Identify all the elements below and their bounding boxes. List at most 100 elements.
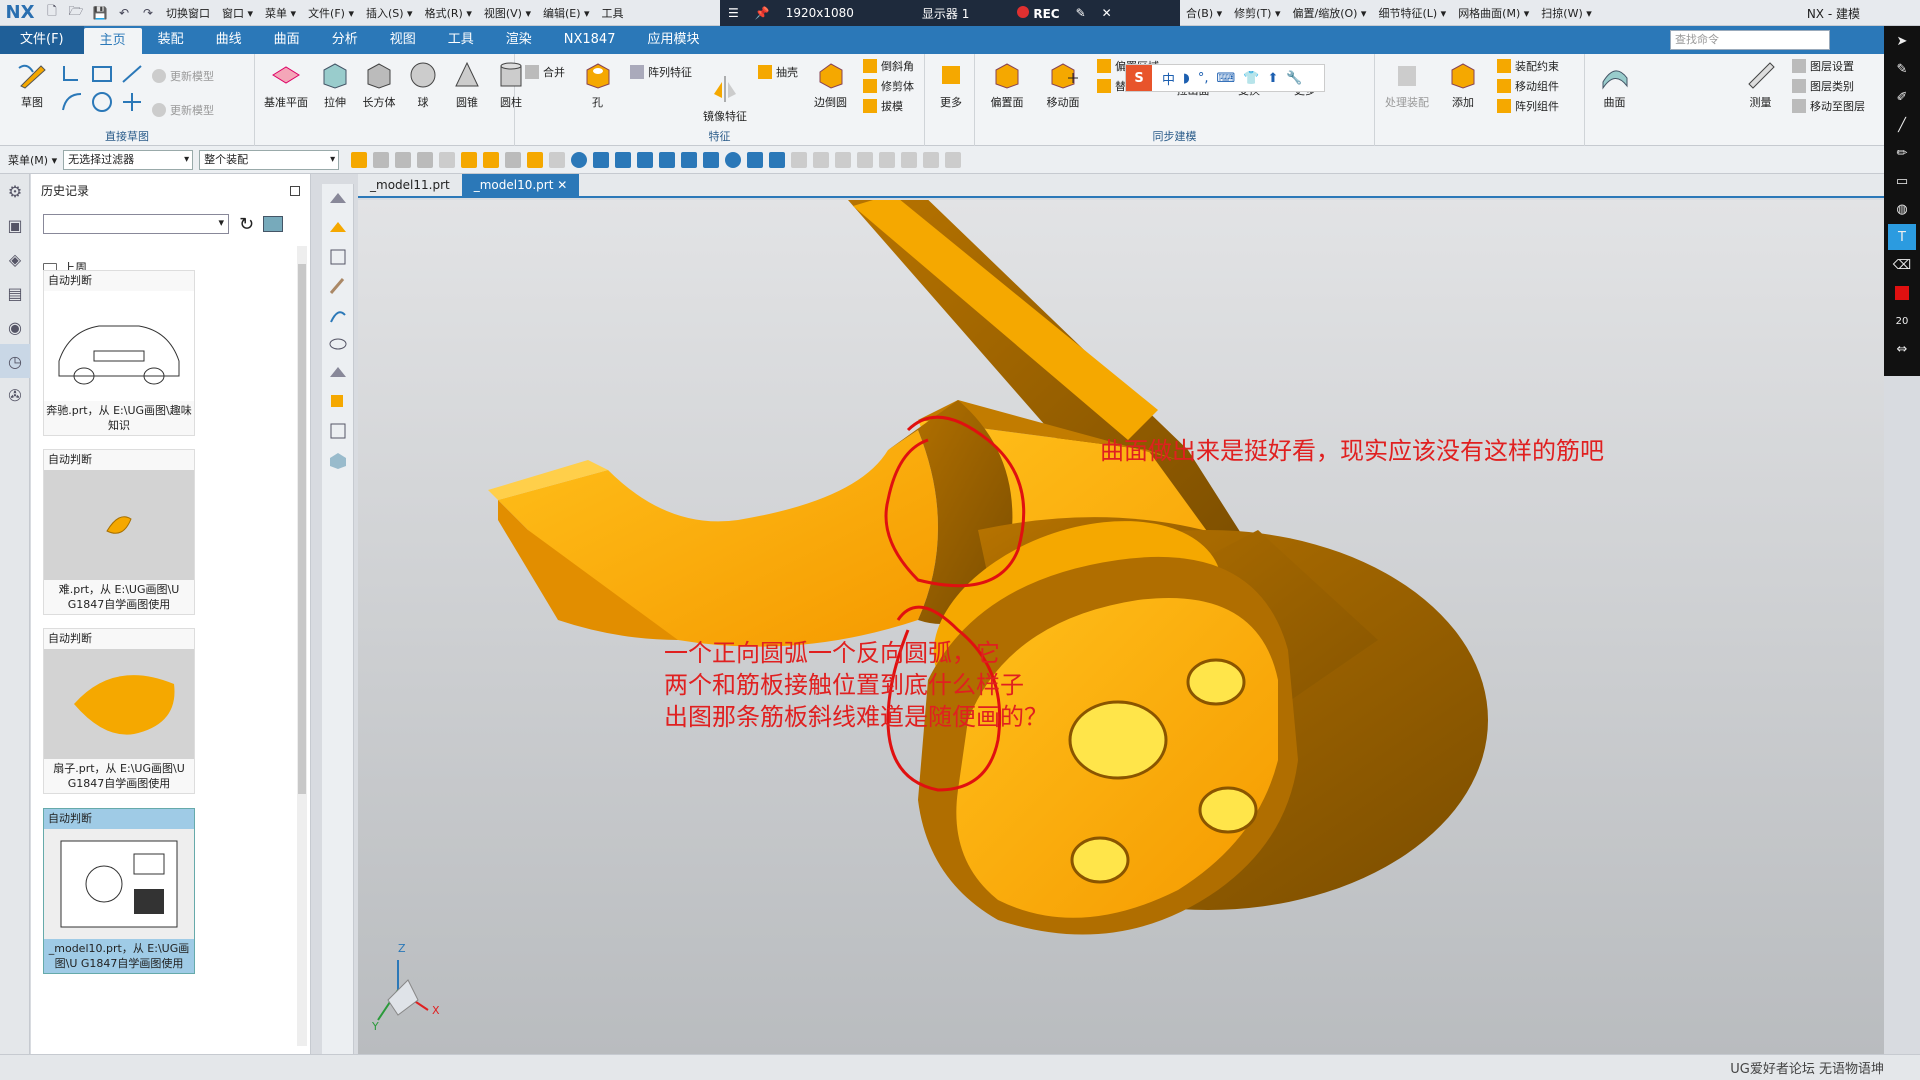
point-icon[interactable] xyxy=(120,90,144,114)
menu-offset-scale[interactable]: 偏置/缩放(O) ▾ xyxy=(1286,5,1372,21)
move-face-button[interactable]: 移动面 xyxy=(1040,58,1086,110)
menu-window[interactable]: 窗口 ▾ xyxy=(216,5,259,21)
profile-icon[interactable] xyxy=(60,62,84,86)
offset-face-button[interactable]: 偏置面 xyxy=(984,58,1030,110)
close-tab-icon[interactable]: ✕ xyxy=(557,178,567,192)
rotate-icon[interactable] xyxy=(879,151,896,168)
rectangle-tool-icon[interactable]: ▭ xyxy=(1888,168,1916,194)
tab-analysis[interactable]: 分析 xyxy=(316,26,374,54)
assembly-nav-icon[interactable]: ▣ xyxy=(0,208,30,242)
close-rec-icon[interactable]: ✕ xyxy=(1102,6,1112,20)
fit-view-icon[interactable] xyxy=(835,151,852,168)
ime-up-icon[interactable]: ⬆ xyxy=(1267,71,1278,86)
assembly-constraint-button[interactable]: 装配约束 xyxy=(1497,58,1559,74)
tab-tools[interactable]: 工具 xyxy=(432,26,490,54)
undo-icon[interactable]: ↶ xyxy=(114,3,134,23)
menu-view[interactable]: 视图(V) ▾ xyxy=(478,5,537,21)
layer-category-button[interactable]: 图层类别 xyxy=(1792,78,1865,94)
history-filter-select[interactable] xyxy=(43,214,229,234)
center-point-icon[interactable] xyxy=(571,151,588,168)
doc-tab-model10[interactable]: _model10.prt ✕ xyxy=(461,174,580,196)
block-button[interactable]: 长方体 xyxy=(362,58,396,110)
render-style-icon[interactable] xyxy=(923,151,940,168)
process-icon[interactable]: ✇ xyxy=(0,378,30,412)
tangent-point-icon[interactable] xyxy=(703,151,720,168)
bounded-grid-icon[interactable] xyxy=(813,151,830,168)
scrollbar-thumb[interactable] xyxy=(298,264,306,794)
hide-show-icon[interactable] xyxy=(322,329,354,358)
history-scrollbar[interactable] xyxy=(297,246,307,1046)
part-nav-icon[interactable]: ▤ xyxy=(0,276,30,310)
history-card[interactable]: 自动判断 扇子.prt，从 E:\UG画图\U G1847自学画图使用 xyxy=(43,628,195,794)
menu-edit[interactable]: 编辑(E) ▾ xyxy=(537,5,596,21)
menu-combine[interactable]: 合(B) ▾ xyxy=(1180,5,1228,21)
unite-button[interactable]: 合并 xyxy=(525,64,565,80)
history-card[interactable]: 自动判断 奔驰.prt，从 E:\UG画图\趣味知识 xyxy=(43,270,195,436)
process-assembly-button[interactable]: 处理装配 xyxy=(1384,58,1430,110)
extrude-button[interactable]: 拉伸 xyxy=(318,58,352,110)
intersection-icon[interactable] xyxy=(659,151,676,168)
section-view-icon[interactable] xyxy=(945,151,962,168)
snap-icon[interactable] xyxy=(439,151,456,168)
tab-surface[interactable]: 曲面 xyxy=(258,26,316,54)
menu-main[interactable]: 菜单 ▾ xyxy=(259,5,302,21)
refresh-icon[interactable]: ↻ xyxy=(239,214,254,235)
command-search-input[interactable]: 查找命令 xyxy=(1670,30,1830,50)
orient-icon[interactable] xyxy=(322,242,354,271)
shell-button[interactable]: 抽壳 xyxy=(758,64,798,80)
hide-icon[interactable] xyxy=(549,151,566,168)
ime-chinese-mode[interactable]: 中 xyxy=(1162,69,1175,88)
menu-tools[interactable]: 工具 xyxy=(596,5,630,21)
line-icon[interactable] xyxy=(120,62,144,86)
tab-home[interactable]: 主页 xyxy=(83,28,142,54)
move-to-layer-button[interactable]: 移动至图层 xyxy=(1792,98,1865,114)
tab-curve[interactable]: 曲线 xyxy=(200,26,258,54)
menu-button[interactable]: 菜单(M) ▾ xyxy=(8,152,57,168)
tab-assembly[interactable]: 装配 xyxy=(142,26,200,54)
save-view-icon[interactable] xyxy=(322,416,354,445)
marker-icon[interactable]: ✐ xyxy=(1888,84,1916,110)
component-filter-icon[interactable] xyxy=(527,151,544,168)
face-filter-icon[interactable] xyxy=(483,151,500,168)
edge-filter-icon[interactable] xyxy=(505,151,522,168)
move-object-icon[interactable] xyxy=(322,387,354,416)
history-card-selected[interactable]: 自动判断 _model10.prt，从 E:\UG画图\U G1847自学画图使… xyxy=(43,808,195,974)
menu-switch-window[interactable]: 切换窗口 xyxy=(160,5,216,21)
tab-app-modules[interactable]: 应用模块 xyxy=(631,26,715,54)
ime-tools-icon[interactable]: 🔧 xyxy=(1286,71,1302,86)
arc-center-icon[interactable] xyxy=(681,151,698,168)
shaded-icon[interactable] xyxy=(322,184,354,213)
add-component-button[interactable]: 添加 xyxy=(1440,58,1486,110)
graphics-viewport[interactable]: 曲面做出来是挺好看，现实应该没有这样的筋吧 一个正向圆弧一个反向圆弧，它 两个和… xyxy=(358,200,1884,1054)
rectangle-icon[interactable] xyxy=(90,62,114,86)
chamfer-button[interactable]: 倒斜角 xyxy=(863,58,914,74)
end-point-icon[interactable] xyxy=(593,151,610,168)
save-icon[interactable]: 💾 xyxy=(90,3,110,23)
point-on-curve-icon[interactable] xyxy=(769,151,786,168)
edge-blend-button[interactable]: 边倒圆 xyxy=(809,58,852,110)
menu-trim[interactable]: 修剪(T) ▾ xyxy=(1228,5,1286,21)
menu-detail-feature[interactable]: 细节特征(L) ▾ xyxy=(1372,5,1452,21)
arc-icon[interactable] xyxy=(60,90,84,114)
measure-button[interactable]: 测量 xyxy=(1740,58,1781,110)
model-view-icon[interactable] xyxy=(322,445,354,474)
menu-sweep[interactable]: 扫掠(W) ▾ xyxy=(1535,5,1597,21)
eraser-icon[interactable]: ⌫ xyxy=(1888,252,1916,278)
menu-format[interactable]: 格式(R) ▾ xyxy=(419,5,478,21)
select-icon[interactable] xyxy=(351,151,368,168)
draft-button[interactable]: 拔模 xyxy=(863,98,914,114)
hole-button[interactable]: 孔 xyxy=(576,58,619,110)
ime-keyboard-icon[interactable]: ⌨ xyxy=(1217,71,1236,86)
point-on-face-icon[interactable] xyxy=(791,151,808,168)
brush-tool-icon[interactable]: ✏ xyxy=(1888,140,1916,166)
constraint-nav-icon[interactable]: ◈ xyxy=(0,242,30,276)
color-swatch-red[interactable] xyxy=(1888,280,1916,306)
palette-image-icon[interactable] xyxy=(263,216,283,232)
rec-button[interactable]: REC xyxy=(1017,5,1060,21)
update-model-button-2[interactable]: 更新模型 xyxy=(152,102,214,118)
zoom-icon[interactable] xyxy=(857,151,874,168)
pen-icon[interactable]: ✎ xyxy=(1888,56,1916,82)
brush-icon[interactable] xyxy=(322,271,354,300)
control-point-icon[interactable] xyxy=(637,151,654,168)
pointer-icon[interactable]: ➤ xyxy=(1888,28,1916,54)
